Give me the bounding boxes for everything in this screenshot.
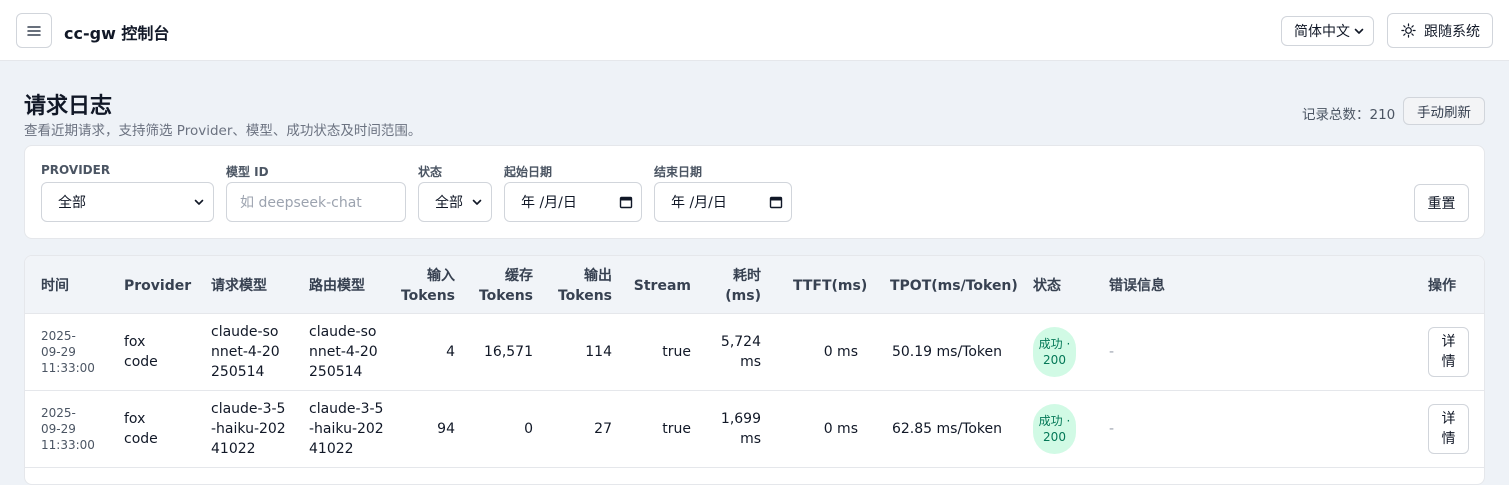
calendar-icon[interactable]: [769, 195, 783, 209]
detail-button[interactable]: 详情: [1428, 404, 1469, 454]
cell-time: 2025-09-29 11:33:00: [41, 329, 95, 375]
provider-select-value: 全部: [58, 195, 86, 211]
chevron-down-icon: [1354, 28, 1364, 34]
cell-error: -: [1109, 421, 1115, 437]
status-badge: 成功 · 200: [1033, 327, 1076, 377]
filter-panel: PROVIDER 全部 模型 ID 如 deepseek-chat 状态 全部 …: [24, 145, 1485, 239]
cell-input-tokens: 4: [446, 344, 455, 360]
cell-tpot: 50.19 ms/Token: [891, 344, 1002, 360]
reset-button[interactable]: 重置: [1414, 184, 1469, 222]
status-filter-label: 状态: [418, 165, 443, 179]
top-bar: cc-gw 控制台 简体中文 跟随系统: [0, 0, 1509, 61]
page-subtitle: 查看近期请求，支持筛选 Provider、模型、成功状态及时间范围。: [24, 123, 422, 139]
column-header-tpot: TPOT(ms/Token): [890, 278, 1018, 294]
start-date-label: 起始日期: [504, 165, 553, 179]
language-value: 简体中文: [1294, 24, 1350, 40]
column-header-request-model: 请求模型: [211, 278, 267, 294]
column-header-action: 操作: [1428, 278, 1456, 294]
model-filter-label: 模型 ID: [226, 165, 269, 179]
column-header-ttft: TTFT(ms): [793, 278, 868, 294]
column-header-output-tokens: 输出Tokens: [557, 268, 612, 304]
chevron-down-icon: [194, 199, 204, 205]
provider-select[interactable]: 全部: [41, 182, 214, 222]
model-id-placeholder: 如 deepseek-chat: [240, 195, 362, 211]
column-header-provider: Provider: [124, 278, 192, 294]
status-badge: 成功 · 200: [1033, 404, 1076, 454]
chevron-down-icon: [472, 199, 482, 205]
column-header-route-model: 路由模型: [309, 278, 365, 294]
record-total: 记录总数：210: [1302, 107, 1396, 123]
page-title: 请求日志: [24, 94, 113, 119]
cell-latency: 1,699 ms: [720, 411, 761, 447]
cell-input-tokens: 94: [437, 421, 455, 437]
app-title: cc-gw 控制台: [64, 24, 170, 43]
table-row: 2025-09-29 11:33:00 fox code claude-3-5-…: [25, 391, 1484, 468]
column-header-cache-tokens: 缓存Tokens: [478, 268, 533, 304]
language-select[interactable]: 简体中文: [1281, 16, 1374, 46]
cell-latency: 5,724 ms: [720, 334, 761, 370]
start-date-input[interactable]: 年 /月/日: [504, 182, 642, 222]
calendar-icon[interactable]: [619, 195, 633, 209]
cell-output-tokens: 27: [594, 421, 612, 437]
cell-tpot: 62.85 ms/Token: [891, 421, 1002, 437]
column-header-error: 错误信息: [1109, 278, 1165, 294]
cell-request-model: claude-sonnet-4-20250514: [211, 324, 280, 380]
cell-output-tokens: 114: [585, 344, 612, 360]
cell-time: 2025-09-29 11:33:00: [41, 406, 95, 452]
cell-provider: fox code: [124, 411, 158, 447]
end-date-value: 年 /月/日: [671, 195, 727, 211]
table-row: 2025-09-29 11:33:00 fox code claude-sonn…: [25, 314, 1484, 391]
cell-stream: true: [662, 344, 691, 360]
cell-route-model: claude-3-5-haiku-20241022: [309, 401, 384, 457]
theme-label: 跟随系统: [1424, 23, 1480, 40]
hamburger-icon: [27, 25, 41, 36]
cell-cache-tokens: 16,571: [484, 344, 533, 360]
column-header-input-tokens: 输入Tokens: [400, 268, 455, 304]
cell-ttft: 0 ms: [823, 344, 858, 360]
start-date-value: 年 /月/日: [521, 195, 577, 211]
theme-toggle-button[interactable]: 跟随系统: [1387, 13, 1493, 48]
model-id-input[interactable]: 如 deepseek-chat: [226, 182, 406, 222]
cell-error: -: [1109, 344, 1115, 360]
end-date-input[interactable]: 年 /月/日: [654, 182, 792, 222]
cell-route-model: claude-sonnet-4-20250514: [309, 324, 378, 380]
column-header-status: 状态: [1033, 278, 1061, 294]
cell-ttft: 0 ms: [823, 421, 858, 437]
status-select-value: 全部: [435, 195, 463, 211]
column-header-time: 时间: [41, 278, 69, 294]
cell-stream: true: [662, 421, 691, 437]
menu-button[interactable]: [16, 13, 52, 48]
end-date-label: 结束日期: [654, 165, 703, 179]
sun-icon: [1401, 23, 1416, 38]
manual-refresh-button[interactable]: 手动刷新: [1403, 97, 1485, 125]
provider-filter-label: PROVIDER: [41, 163, 111, 177]
column-header-stream: Stream: [633, 278, 691, 294]
detail-button[interactable]: 详情: [1428, 327, 1469, 377]
column-header-latency: 耗时(ms): [725, 268, 761, 304]
cell-cache-tokens: 0: [524, 421, 533, 437]
request-log-table: 时间 Provider 请求模型 路由模型 输入Tokens 缓存Tokens …: [24, 255, 1485, 485]
status-select[interactable]: 全部: [418, 182, 492, 222]
table-header: 时间 Provider 请求模型 路由模型 输入Tokens 缓存Tokens …: [25, 256, 1484, 314]
cell-request-model: claude-3-5-haiku-20241022: [211, 401, 286, 457]
cell-provider: fox code: [124, 334, 158, 370]
